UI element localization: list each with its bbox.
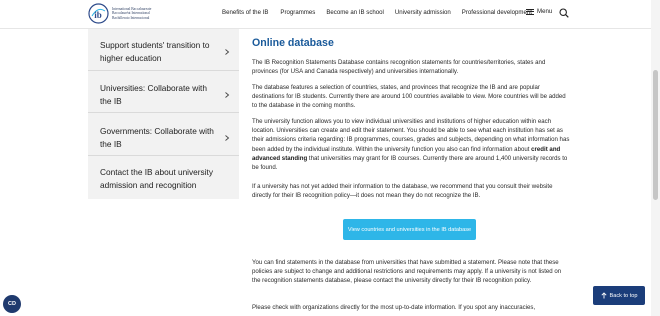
university-function-paragraph: The university function allows you to vi… <box>252 117 570 172</box>
nav-programmes[interactable]: Programmes <box>280 9 315 16</box>
search-icon[interactable] <box>559 8 569 18</box>
not-listed-paragraph: If a university has not yet added their … <box>252 183 553 200</box>
sidebar-item-label: Contact the IB about university admissio… <box>100 167 213 190</box>
cookie-consent-button[interactable]: CD <box>3 295 21 313</box>
back-to-top-label: Back to top <box>609 292 638 299</box>
intro-paragraph: The IB Recognition Statements Database c… <box>252 59 546 76</box>
menu-label: Menu <box>537 8 553 15</box>
logo-text: International Baccalaureate Baccalauréat… <box>112 7 151 20</box>
text-segment: The university function allows you to vi… <box>252 118 570 153</box>
ib-logo-icon: ib <box>88 3 109 24</box>
database-paragraph: The database features a selection of cou… <box>252 84 566 110</box>
statements-paragraph: You can find statements in the database … <box>252 259 562 285</box>
hamburger-icon <box>526 8 534 15</box>
chevron-right-icon <box>225 92 230 98</box>
nav-professional-development[interactable]: Professional development <box>462 9 532 16</box>
menu-button[interactable]: Menu <box>526 8 552 15</box>
ib-logo[interactable]: ib International Baccalaureate Baccalaur… <box>88 3 151 24</box>
page-title: Online database <box>252 37 334 49</box>
svg-text:ib: ib <box>94 10 102 20</box>
sidebar-item-contact[interactable]: Contact the IB about university admissio… <box>88 157 239 199</box>
back-to-top-button[interactable]: Back to top <box>593 286 645 305</box>
sidebar: Support students' transition to higher e… <box>88 29 239 199</box>
nav-become-school[interactable]: Become an IB school <box>326 9 384 16</box>
sidebar-item-transition[interactable]: Support students' transition to higher e… <box>88 29 239 71</box>
logo-line: Bachillerato Internacional <box>112 15 150 20</box>
chevron-right-icon <box>225 135 230 141</box>
sidebar-item-governments[interactable]: Governments: Collaborate with the IB <box>88 114 239 156</box>
scrollbar-thumb[interactable] <box>653 70 658 200</box>
chevron-right-icon <box>225 49 230 55</box>
sidebar-item-label: Universities: Collaborate with the IB <box>100 83 207 106</box>
check-organizations-paragraph: Please check with organizations directly… <box>252 304 536 311</box>
nav-university-admission[interactable]: University admission <box>395 9 451 16</box>
sidebar-item-universities[interactable]: Universities: Collaborate with the IB <box>88 71 239 113</box>
main-nav: Benefits of the IB Programmes Become an … <box>222 9 543 16</box>
arrow-up-icon <box>600 292 607 299</box>
view-database-button[interactable]: View countries and universities in the I… <box>343 219 476 240</box>
sidebar-item-label: Governments: Collaborate with the IB <box>100 126 214 149</box>
sidebar-item-label: Support students' transition to higher e… <box>100 40 210 63</box>
site-header: ib International Baccalaureate Baccalaur… <box>0 0 660 29</box>
nav-benefits[interactable]: Benefits of the IB <box>222 9 268 16</box>
